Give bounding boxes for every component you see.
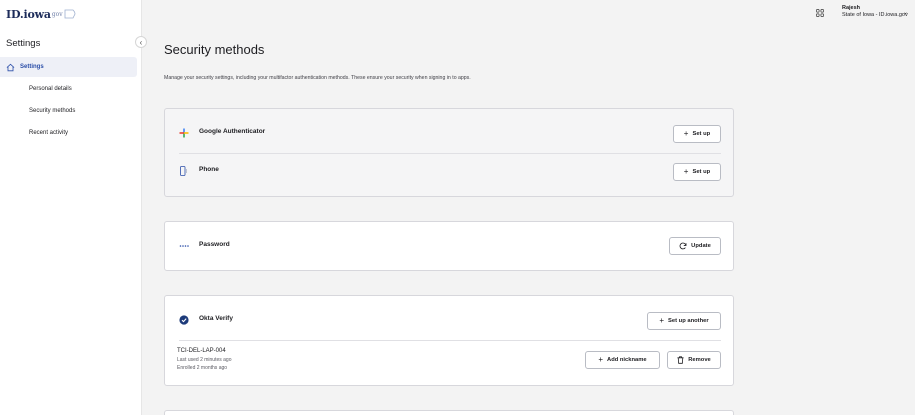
add-nickname-button[interactable]: + Add nickname bbox=[585, 351, 660, 369]
user-name: Rajesh bbox=[842, 5, 861, 11]
button-label: Set up another bbox=[668, 318, 709, 324]
method-name-okta-verify: Okta Verify bbox=[199, 315, 233, 322]
iowa-state-outline-icon bbox=[64, 9, 76, 19]
divider bbox=[179, 153, 721, 154]
device-enrolled: Enrolled 2 months ago bbox=[177, 365, 228, 371]
plus-icon: + bbox=[659, 316, 665, 325]
collapse-sidebar-button[interactable]: ‹ bbox=[135, 36, 147, 48]
chevron-left-icon: ‹ bbox=[139, 37, 143, 47]
plus-icon: + bbox=[598, 355, 604, 364]
okta-setup-another-button[interactable]: + Set up another bbox=[647, 312, 721, 330]
method-name-google-authenticator: Google Authenticator bbox=[199, 128, 266, 135]
phone-icon bbox=[180, 166, 187, 176]
plus-icon: + bbox=[683, 167, 689, 176]
button-label: Set up bbox=[692, 169, 711, 175]
divider bbox=[179, 340, 721, 341]
plus-icon: + bbox=[683, 129, 689, 138]
remove-device-button[interactable]: Remove bbox=[667, 351, 721, 369]
sidebar: ID.iowa gov Settings Settings Personal d… bbox=[0, 0, 142, 415]
app-grid-icon[interactable] bbox=[816, 9, 824, 17]
okta-verify-icon bbox=[179, 315, 189, 325]
button-label: Remove bbox=[688, 357, 711, 363]
home-icon bbox=[6, 63, 15, 71]
sidebar-title: Settings bbox=[6, 38, 41, 49]
button-label: Set up bbox=[692, 131, 711, 137]
page-description: Manage your security settings, including… bbox=[164, 75, 471, 81]
user-menu[interactable]: Rajesh State of Iowa - ID.iowa.gov bbox=[842, 5, 908, 19]
button-label: Add nickname bbox=[607, 357, 647, 363]
okta-verify-card: Okta Verify + Set up another TCI-DEL-LAP… bbox=[164, 295, 734, 386]
method-name-password: Password bbox=[199, 241, 230, 248]
method-name-phone: Phone bbox=[199, 166, 219, 173]
sidebar-item-security-methods[interactable]: Security methods bbox=[29, 108, 75, 114]
device-name: TCI-DEL-LAP-004 bbox=[177, 348, 226, 354]
button-label: Update bbox=[691, 243, 711, 249]
sidebar-item-settings[interactable]: Settings bbox=[0, 57, 137, 77]
password-card: Password Update bbox=[164, 221, 734, 271]
idiowa-logo[interactable]: ID.iowa gov bbox=[6, 7, 76, 21]
chevron-down-icon[interactable]: ⌄ bbox=[903, 9, 908, 16]
sidebar-item-recent-activity[interactable]: Recent activity bbox=[29, 130, 68, 136]
logo-text: ID.iowa bbox=[6, 7, 51, 21]
password-dots-icon bbox=[179, 245, 189, 247]
logo-suffix: gov bbox=[51, 10, 63, 18]
password-update-button[interactable]: Update bbox=[669, 237, 721, 255]
sidebar-item-personal-details[interactable]: Personal details bbox=[29, 86, 72, 92]
device-last-used: Last used 2 minutes ago bbox=[177, 357, 232, 363]
google-authenticator-icon bbox=[179, 128, 189, 138]
phone-setup-button[interactable]: + Set up bbox=[673, 163, 721, 181]
google-authenticator-setup-button[interactable]: + Set up bbox=[673, 125, 721, 143]
sidebar-item-label: Settings bbox=[20, 64, 44, 70]
next-method-card bbox=[164, 410, 734, 415]
user-org: State of Iowa - ID.iowa.gov bbox=[842, 12, 908, 18]
trash-icon bbox=[677, 356, 684, 364]
page-title: Security methods bbox=[164, 42, 265, 57]
refresh-icon bbox=[679, 242, 687, 250]
setup-methods-card: Google Authenticator + Set up Phone + Se… bbox=[164, 108, 734, 197]
